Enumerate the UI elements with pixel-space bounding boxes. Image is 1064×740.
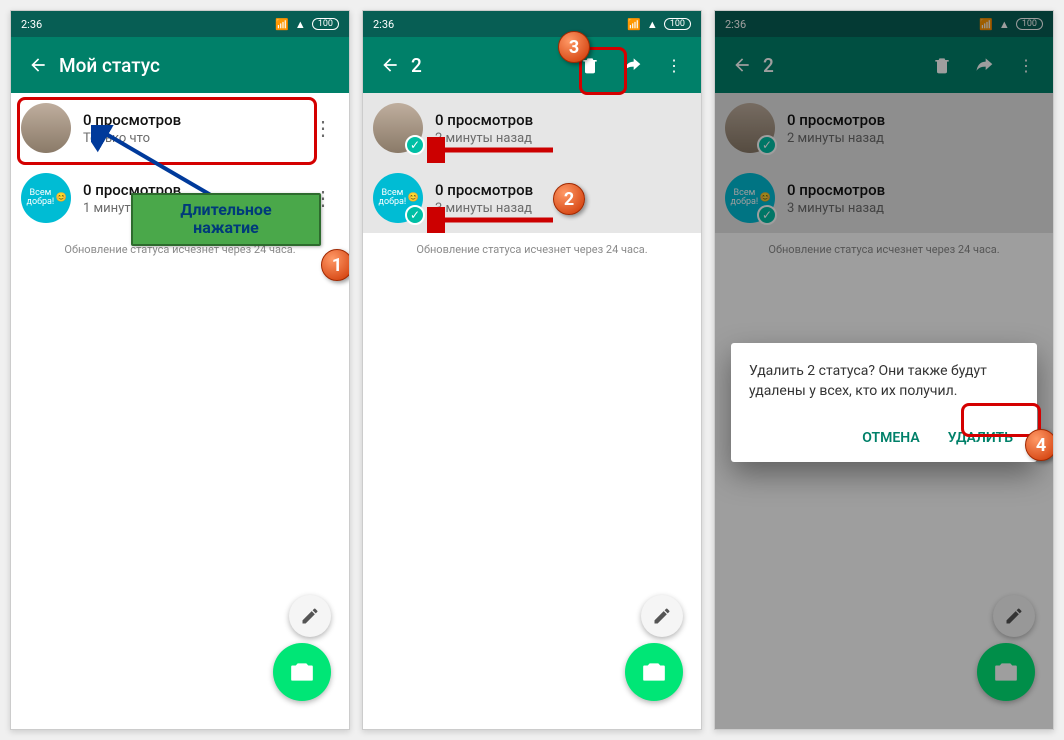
overflow-menu-button[interactable]: ⋮ bbox=[653, 44, 695, 86]
status-item[interactable]: Всем добра!😊 0 просмотров 1 минуту назад… bbox=[11, 163, 349, 233]
back-button[interactable] bbox=[369, 44, 411, 86]
selected-check-icon: ✓ bbox=[405, 135, 425, 155]
fab-edit[interactable] bbox=[289, 595, 331, 637]
status-time: 3 минуты назад bbox=[435, 201, 533, 216]
selection-count: 2 bbox=[411, 54, 569, 77]
avatar: Всем добра!😊 bbox=[21, 173, 71, 223]
item-menu-button[interactable]: ⋮ bbox=[309, 180, 337, 216]
back-arrow-icon bbox=[380, 55, 400, 75]
fab-camera[interactable] bbox=[625, 643, 683, 701]
status-time: 1 минуту назад bbox=[83, 201, 181, 216]
dialog-message: Удалить 2 статуса? Они также будут удале… bbox=[749, 361, 1019, 402]
camera-icon bbox=[289, 659, 315, 685]
status-item[interactable]: 0 просмотров Только что ⋮ bbox=[11, 93, 349, 163]
pencil-icon bbox=[652, 606, 672, 626]
phone-screen-1: 2:36 📶 ▲ 100 Мой статус 0 просмотров Тол… bbox=[10, 10, 350, 730]
expiry-note: Обновление статуса исчезнет через 24 час… bbox=[363, 233, 701, 266]
status-time: 2 минуты назад bbox=[435, 131, 533, 146]
clock: 2:36 bbox=[21, 18, 42, 31]
wifi-icon: ▲ bbox=[295, 18, 306, 31]
signal-icon: 📶 bbox=[275, 18, 289, 31]
confirm-dialog: Удалить 2 статуса? Они также будут удале… bbox=[731, 343, 1037, 462]
selected-check-icon: ✓ bbox=[405, 205, 425, 225]
avatar: Всем добра!😊 ✓ bbox=[373, 173, 423, 223]
battery-icon: 100 bbox=[312, 18, 339, 30]
avatar bbox=[21, 103, 71, 153]
clock: 2:36 bbox=[373, 18, 394, 31]
trash-icon bbox=[580, 55, 600, 75]
fab-camera[interactable] bbox=[273, 643, 331, 701]
signal-icon: 📶 bbox=[627, 18, 641, 31]
dialog-delete-button[interactable]: УДАЛИТЬ bbox=[942, 422, 1019, 454]
fab-edit[interactable] bbox=[641, 595, 683, 637]
forward-button[interactable] bbox=[611, 44, 653, 86]
pencil-icon bbox=[300, 606, 320, 626]
dialog-cancel-button[interactable]: ОТМЕНА bbox=[856, 422, 925, 454]
wifi-icon: ▲ bbox=[647, 18, 658, 31]
phone-screen-2: 2:36 📶 ▲ 100 2 ⋮ ✓ 0 просмотров 2 минуты… bbox=[362, 10, 702, 730]
status-views: 0 просмотров bbox=[83, 111, 181, 129]
back-button[interactable] bbox=[17, 44, 59, 86]
battery-icon: 100 bbox=[664, 18, 691, 30]
status-bar: 2:36 📶 ▲ 100 bbox=[363, 11, 701, 37]
phone-screen-3: 2:36 📶 ▲ 100 2 ⋮ ✓ 0 просмотров 2 минуты… bbox=[714, 10, 1054, 730]
app-bar-title: Мой статус bbox=[59, 54, 343, 77]
status-time: Только что bbox=[83, 131, 181, 146]
status-item[interactable]: ✓ 0 просмотров 2 минуты назад bbox=[363, 93, 701, 163]
app-bar: Мой статус bbox=[11, 37, 349, 93]
status-views: 0 просмотров bbox=[83, 181, 181, 199]
status-item[interactable]: Всем добра!😊 ✓ 0 просмотров 3 минуты наз… bbox=[363, 163, 701, 233]
delete-button[interactable] bbox=[569, 44, 611, 86]
status-views: 0 просмотров bbox=[435, 111, 533, 129]
back-arrow-icon bbox=[28, 55, 48, 75]
camera-icon bbox=[641, 659, 667, 685]
status-bar: 2:36 📶 ▲ 100 bbox=[11, 11, 349, 37]
expiry-note: Обновление статуса исчезнет через 24 час… bbox=[11, 233, 349, 266]
app-bar-selection: 2 ⋮ bbox=[363, 37, 701, 93]
item-menu-button[interactable]: ⋮ bbox=[309, 110, 337, 146]
status-views: 0 просмотров bbox=[435, 181, 533, 199]
forward-icon bbox=[622, 55, 642, 75]
avatar: ✓ bbox=[373, 103, 423, 153]
